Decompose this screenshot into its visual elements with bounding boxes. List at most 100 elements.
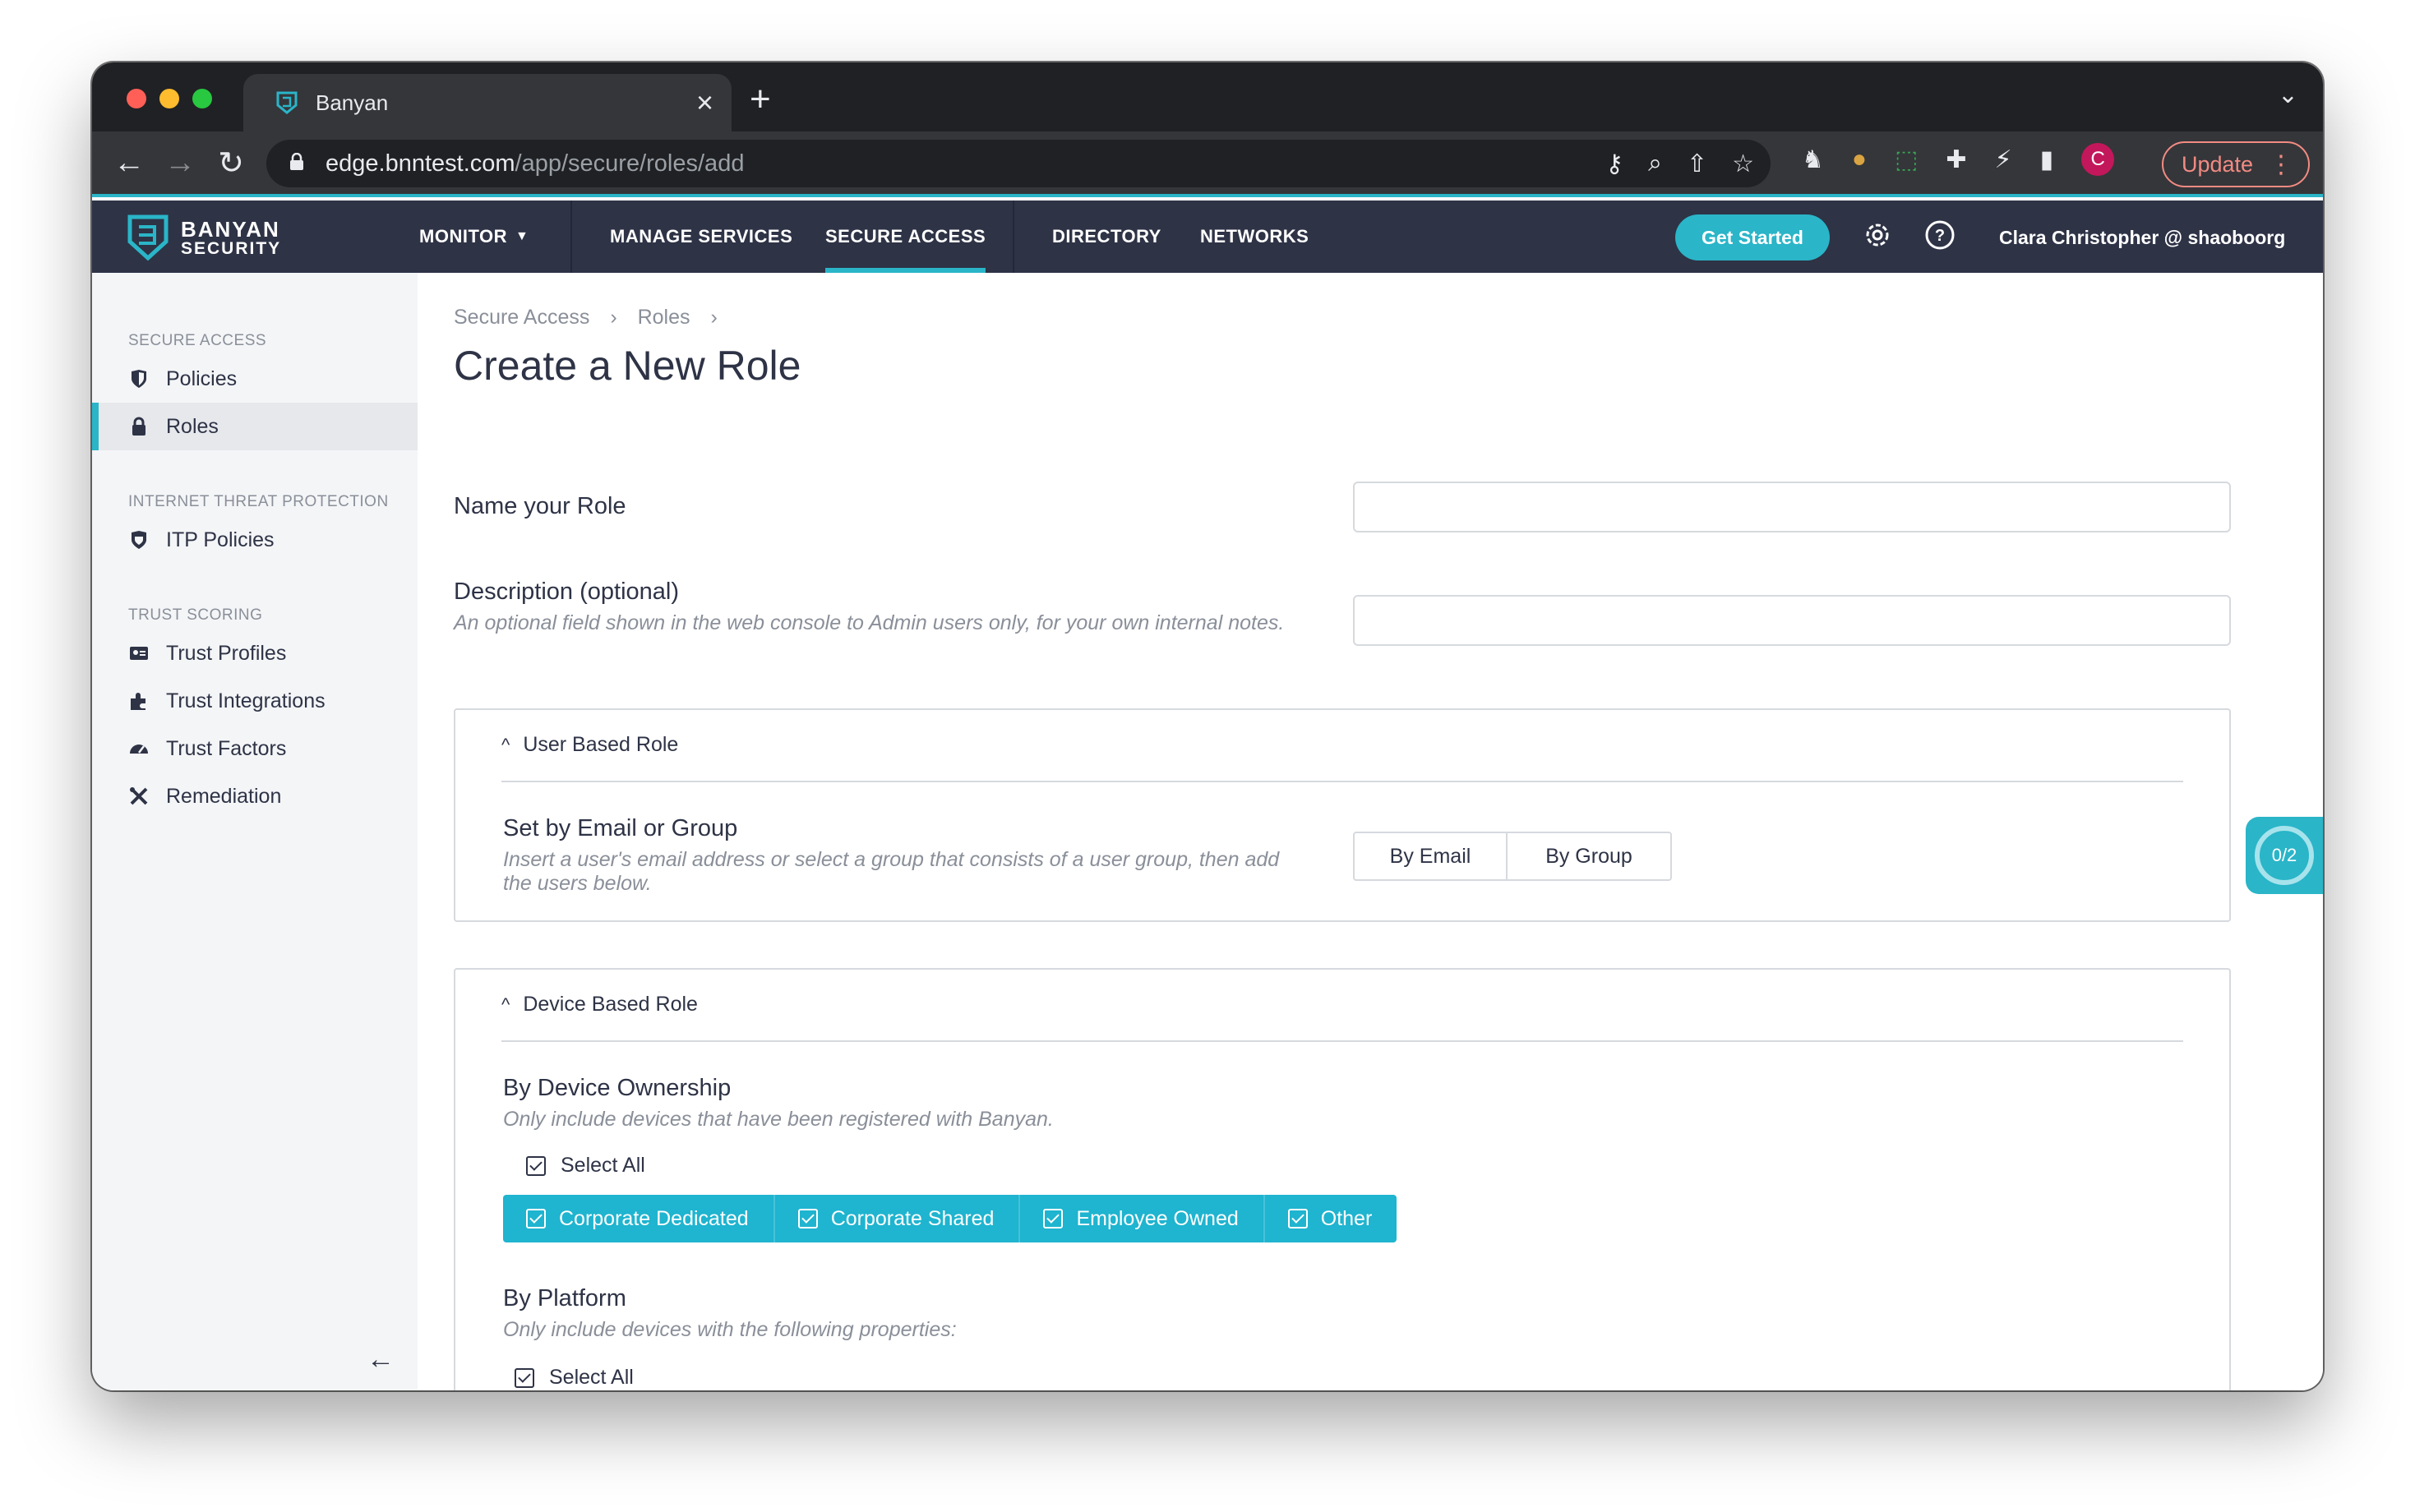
sidebar-item-policies[interactable]: Policies <box>92 355 418 403</box>
set-by-toggle: By Email By Group <box>1353 832 1672 881</box>
puzzle-icon[interactable]: ✚ <box>1946 145 1966 174</box>
browser-toolbar: ← → ↻ edge.bnntest.com/app/secure/roles/… <box>92 131 2323 197</box>
lock-icon <box>289 150 304 177</box>
by-email-button[interactable]: By Email <box>1355 833 1508 879</box>
sidebar-item-itp-policies[interactable]: ITP Policies <box>92 516 418 564</box>
option-employee-owned[interactable]: Employee Owned <box>1020 1195 1265 1242</box>
divider <box>501 1040 2183 1042</box>
key-icon[interactable]: ⚷ <box>1605 150 1623 178</box>
divider <box>501 781 2183 782</box>
checkbox-checked-icon[interactable] <box>515 1367 534 1388</box>
banyan-logo[interactable]: BANYAN SECURITY <box>127 214 281 261</box>
star-icon[interactable]: ☆ <box>1732 150 1754 178</box>
nav-networks[interactable]: NETWORKS <box>1200 201 1309 273</box>
by-group-button[interactable]: By Group <box>1508 833 1670 879</box>
new-tab-button[interactable]: + <box>750 79 771 120</box>
sidebar-section-title: INTERNET THREAT PROTECTION <box>128 493 389 510</box>
checklist-counter[interactable]: 0/2 <box>2246 817 2323 894</box>
sidebar: SECURE ACCESS Policies Roles INTERNET TH… <box>92 273 418 1390</box>
device-based-role-header[interactable]: ^ Device Based Role <box>501 993 698 1016</box>
sidebar-item-label: Policies <box>166 366 238 390</box>
chevron-down-icon[interactable]: ⌄ <box>2278 81 2298 109</box>
option-corporate-dedicated[interactable]: Corporate Dedicated <box>503 1195 775 1242</box>
cookie-icon[interactable]: ● <box>1852 145 1867 173</box>
address-bar[interactable]: edge.bnntest.com/app/secure/roles/add ⚷ … <box>266 140 1771 187</box>
more-icon[interactable]: ⋮ <box>2269 150 2293 179</box>
breadcrumb: Secure Access › Roles › <box>454 306 732 330</box>
sidebar-item-remediation[interactable]: Remediation <box>92 772 418 820</box>
collapse-sidebar-icon[interactable]: ← <box>367 1344 395 1376</box>
zoom-icon[interactable]: ⌕ <box>1648 150 1662 178</box>
nav-monitor[interactable]: MONITOR ▼ <box>419 201 529 273</box>
maximize-window-button[interactable] <box>192 89 212 108</box>
sidebar-item-trust-integrations[interactable]: Trust Integrations <box>92 677 418 725</box>
get-started-button[interactable]: Get Started <box>1675 214 1830 260</box>
chevron-up-icon: ^ <box>501 993 510 1015</box>
banyan-shield-icon <box>127 214 169 261</box>
profile-avatar[interactable]: C <box>2081 143 2115 176</box>
chevron-right-icon: › <box>710 306 718 329</box>
help-icon[interactable]: ? <box>1923 219 1956 251</box>
nav-monitor-label: MONITOR <box>419 226 507 247</box>
close-icon[interactable]: × <box>696 88 713 118</box>
puzzle-icon <box>131 693 145 710</box>
update-button[interactable]: Update ⋮ <box>2162 141 2310 187</box>
device-based-role-title: Device Based Role <box>523 993 698 1016</box>
share-icon[interactable]: ⇧ <box>1687 150 1707 178</box>
breadcrumb-roles[interactable]: Roles <box>638 306 690 329</box>
close-window-button[interactable] <box>127 89 146 108</box>
nav-divider <box>1013 201 1014 273</box>
back-icon[interactable]: ← <box>104 145 155 181</box>
performance-icon[interactable]: ⚡ <box>1995 145 2012 174</box>
user-based-role-header[interactable]: ^ User Based Role <box>501 733 678 757</box>
svg-text:?: ? <box>1935 227 1945 245</box>
lock-icon <box>132 417 145 436</box>
nav-manage-services[interactable]: MANAGE SERVICES <box>610 201 792 273</box>
sidebar-item-roles[interactable]: Roles <box>92 403 418 450</box>
nav-directory[interactable]: DIRECTORY <box>1052 201 1161 273</box>
sidebar-item-trust-factors[interactable]: Trust Factors <box>92 725 418 772</box>
sidebar-item-trust-profiles[interactable]: Trust Profiles <box>92 629 418 677</box>
checkbox-checked-icon <box>526 1209 546 1228</box>
reload-icon[interactable]: ↻ <box>205 145 256 182</box>
sidebar-item-label: Roles <box>166 414 219 438</box>
select-all-label: Select All <box>561 1154 645 1177</box>
update-label: Update <box>2182 151 2254 177</box>
banyan-favicon-icon <box>276 91 298 114</box>
gear-icon[interactable] <box>1861 219 1894 251</box>
nav-secure-access[interactable]: SECURE ACCESS <box>825 201 986 273</box>
sidebar-item-label: Trust Profiles <box>166 641 287 665</box>
app-header: BANYAN SECURITY MONITOR ▼ MANAGE SERVICE… <box>92 201 2323 273</box>
minimize-window-button[interactable] <box>159 89 179 108</box>
platform-help: Only include devices with the following … <box>503 1318 957 1341</box>
screenshot-extension-icon[interactable]: ⬚ <box>1895 145 1918 174</box>
nav-divider <box>570 201 572 273</box>
option-corporate-shared[interactable]: Corporate Shared <box>775 1195 1021 1242</box>
ownership-options: Corporate Dedicated Corporate Shared Emp… <box>503 1195 1397 1242</box>
extension-spy-icon[interactable]: ♞ <box>1802 145 1824 174</box>
sidebar-item-label: ITP Policies <box>166 528 275 551</box>
description-input[interactable] <box>1353 595 2231 646</box>
platform-select-all[interactable]: Select All <box>515 1366 634 1390</box>
option-other[interactable]: Other <box>1265 1195 1397 1242</box>
role-name-input[interactable] <box>1353 482 2231 532</box>
browser-window: Banyan × + ⌄ ← → ↻ edge.bnntest.com/app/… <box>92 62 2323 1390</box>
browser-tab[interactable]: Banyan × <box>243 74 732 131</box>
checkbox-checked-icon <box>797 1209 818 1228</box>
checkbox-checked-icon <box>1043 1209 1064 1228</box>
ownership-help: Only include devices that have been regi… <box>503 1108 1054 1131</box>
ownership-select-all[interactable]: Select All <box>526 1154 645 1178</box>
ownership-label: By Device Ownership <box>503 1075 732 1101</box>
forward-icon[interactable]: → <box>155 145 205 181</box>
checkbox-checked-icon[interactable] <box>526 1155 546 1176</box>
select-all-label: Select All <box>549 1366 634 1389</box>
user-name[interactable]: Clara Christopher @ shaoboorg <box>1999 227 2285 249</box>
set-by-label: Set by Email or Group <box>503 815 738 841</box>
breadcrumb-secure-access[interactable]: Secure Access <box>454 306 589 329</box>
device-based-role-panel: ^ Device Based Role By Device Ownership … <box>454 968 2231 1390</box>
shield-icon <box>132 370 146 388</box>
role-name-label: Name your Role <box>454 493 626 519</box>
platform-label: By Platform <box>503 1285 626 1311</box>
sidepanel-icon[interactable]: ▮ <box>2040 145 2054 174</box>
description-help: An optional field shown in the web conso… <box>454 611 1285 634</box>
